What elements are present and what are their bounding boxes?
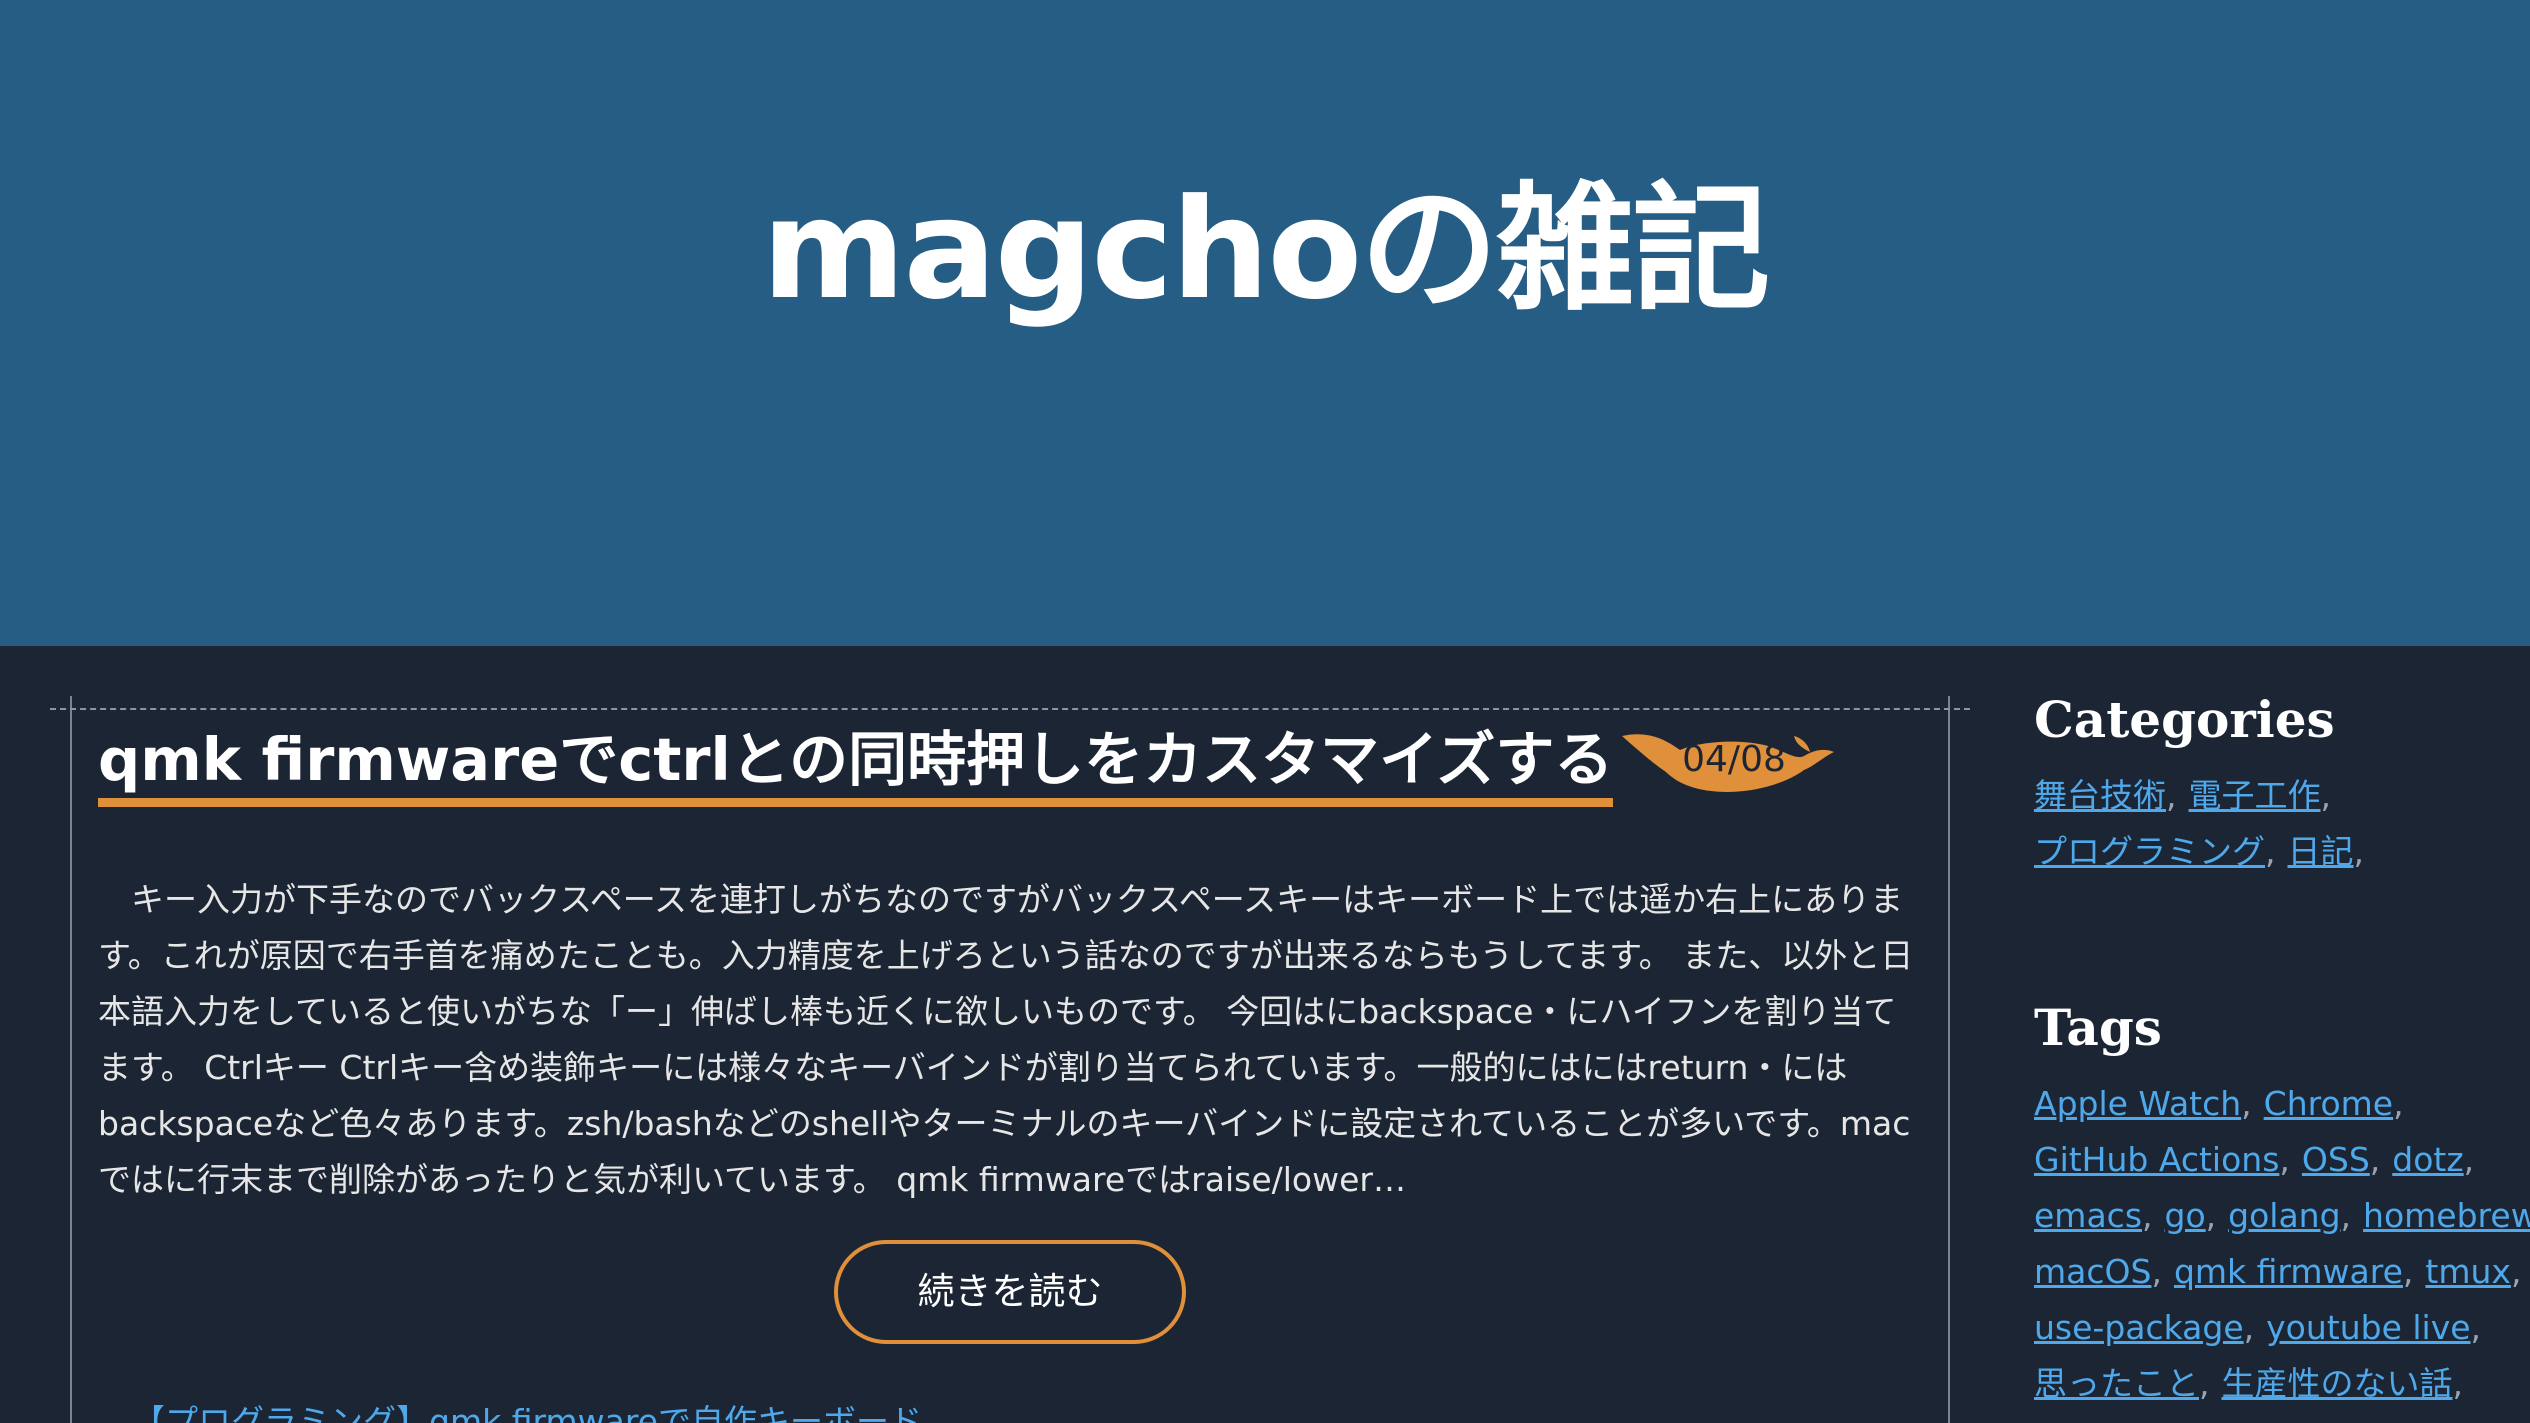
tags-section: Tags Apple Watch, Chrome, GitHub Actions,… (2034, 988, 2530, 1412)
tag-link[interactable]: tmux (2425, 1252, 2511, 1291)
date-badge: 04/08 (1618, 722, 1838, 798)
categories-heading: Categories (2034, 690, 2335, 749)
categories-list: 舞台技術, 電子工作, プログラミング, 日記, (2034, 776, 2364, 871)
entry-date: 04/08 (1682, 739, 1786, 780)
summary-line: ます。 Ctrlキー Ctrlキー含め装飾キーには様々なキーバインドが割り当てら… (98, 1048, 1848, 1087)
tag-link[interactable]: golang (2228, 1196, 2340, 1235)
entry-summary: キー入力が下手なのでバックスペースを連打しがちなのですがバックスペースキーはキー… (98, 872, 1928, 1208)
summary-line: backspaceなど色々あります。zsh/bashなどのshellやターミナル… (98, 1104, 1911, 1143)
tag-link[interactable]: homebrew (2363, 1196, 2530, 1235)
tag-link[interactable]: qmk firmware (2174, 1252, 2403, 1291)
tag-link[interactable]: macOS (2034, 1252, 2151, 1291)
summary-line: す。これが原因で右手首を痛めたことも。入力精度を上げろという話なのですが出来るな… (98, 936, 1914, 975)
tag-link[interactable]: youtube live (2266, 1308, 2470, 1347)
site-header: magchoの雑記 (0, 0, 2530, 646)
entry-title: qmk firmwareでctrlとの同時押しをカスタマイズする (98, 722, 1614, 807)
tag-link[interactable]: GitHub Actions (2034, 1140, 2279, 1179)
dashed-divider (50, 708, 1970, 710)
next-entry-link[interactable]: 【プログラミング】qmk firmwareで自作キーボード (132, 1402, 922, 1423)
category-link[interactable]: プログラミング (2034, 832, 2265, 871)
categories-section: Categories 舞台技術, 電子工作, プログラミング, 日記, (2034, 680, 2376, 880)
tag-link[interactable]: emacs (2034, 1196, 2142, 1235)
summary-line: キー入力が下手なのでバックスペースを連打しがちなのですがバックスペースキーはキー… (98, 880, 1904, 919)
tag-link[interactable]: dotz (2392, 1140, 2463, 1179)
category-link[interactable]: 日記 (2288, 832, 2354, 871)
tags-list: Apple Watch, Chrome, GitHub Actions, OSS, d… (2034, 1076, 2530, 1412)
tag-link[interactable]: Chrome (2264, 1084, 2393, 1123)
summary-line: 本語入力をしていると使いがちな「ー」伸ばし棒も近くに欲しいものです。 今回はにb… (98, 992, 1897, 1031)
tag-link[interactable]: 生産性のない話 (2222, 1364, 2453, 1403)
category-link[interactable]: 舞台技術 (2034, 776, 2166, 815)
entry-title-link[interactable]: qmk firmwareでctrlとの同時押しをカスタマイズする (98, 722, 1614, 807)
category-link[interactable]: 電子工作 (2189, 776, 2321, 815)
site-title[interactable]: magchoの雑記 (0, 170, 2530, 330)
tag-link[interactable]: 思ったこと (2034, 1364, 2199, 1403)
tags-heading: Tags (2034, 998, 2162, 1057)
tag-link[interactable]: OSS (2302, 1140, 2370, 1179)
read-more-button[interactable]: 続きを読む (834, 1240, 1186, 1344)
tag-link[interactable]: use-package (2034, 1308, 2244, 1347)
tag-link[interactable]: Apple Watch (2034, 1084, 2241, 1123)
summary-line: ではに行末まで削除があったりと気が利いています。 qmk firmwareではr… (98, 1160, 1406, 1199)
tag-link[interactable]: go (2165, 1196, 2206, 1235)
